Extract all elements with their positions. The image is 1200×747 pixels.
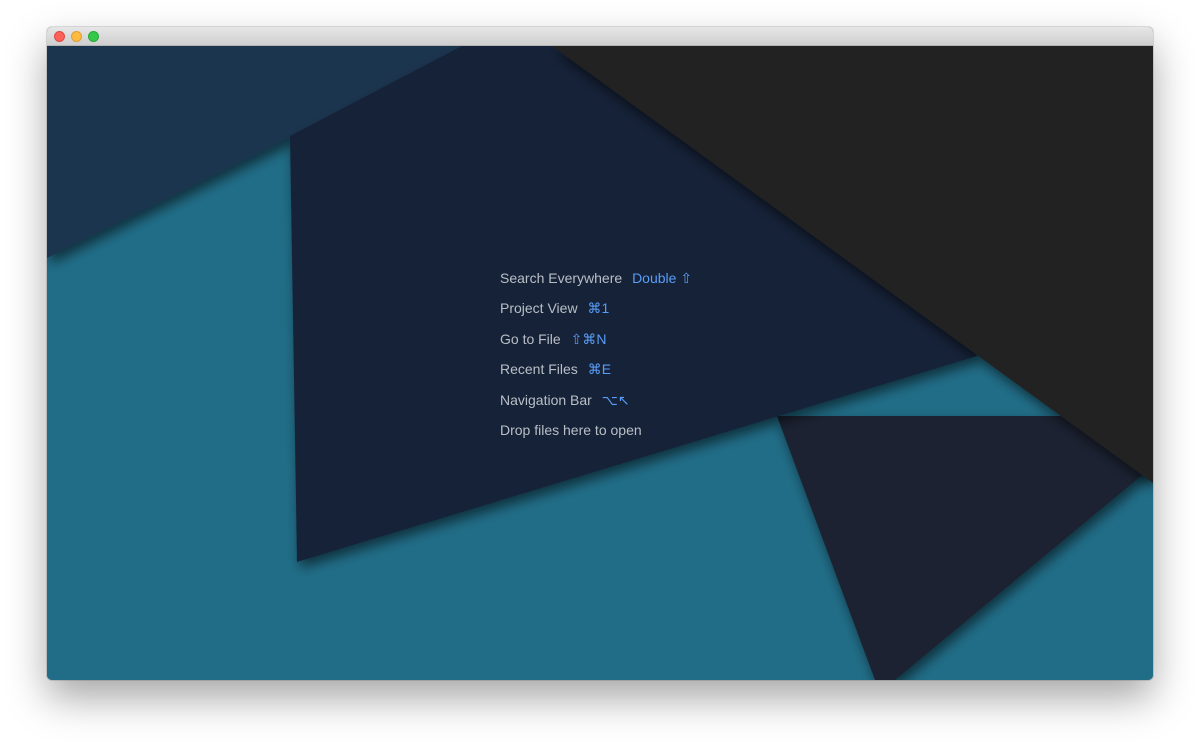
hint-label: Search Everywhere	[500, 270, 623, 286]
hint-project-view: Project View ⌘1	[500, 298, 692, 328]
hint-search-everywhere: Search Everywhere Double ⇧	[500, 268, 692, 298]
hint-shortcut: ⌘1	[587, 300, 610, 317]
hint-recent-files: Recent Files ⌘E	[500, 359, 692, 389]
zoom-button[interactable]	[88, 31, 99, 42]
hint-label: Drop files here to open	[500, 421, 642, 438]
empty-editor-area[interactable]: Search Everywhere Double ⇧ Project View …	[47, 46, 1153, 680]
close-button[interactable]	[54, 31, 65, 42]
hint-shortcut: ⌥↖	[601, 391, 630, 408]
hint-label: Recent Files	[500, 361, 578, 378]
hint-label: Navigation Bar	[500, 391, 592, 408]
welcome-hints: Search Everywhere Double ⇧ Project View …	[500, 268, 692, 450]
hint-label: Go to File	[500, 330, 561, 347]
hint-go-to-file: Go to File ⇧⌘N	[500, 329, 692, 359]
title-bar[interactable]	[47, 27, 1153, 46]
hint-shortcut: Double ⇧	[632, 270, 693, 286]
hint-shortcut: ⇧⌘N	[570, 330, 607, 347]
minimize-button[interactable]	[71, 31, 82, 42]
hint-navigation-bar: Navigation Bar ⌥↖	[500, 390, 692, 420]
hint-shortcut: ⌘E	[587, 361, 612, 378]
hint-drop-files: Drop files here to open	[500, 420, 692, 450]
hint-label: Project View	[500, 300, 578, 317]
ide-window: Search Everywhere Double ⇧ Project View …	[47, 27, 1153, 680]
